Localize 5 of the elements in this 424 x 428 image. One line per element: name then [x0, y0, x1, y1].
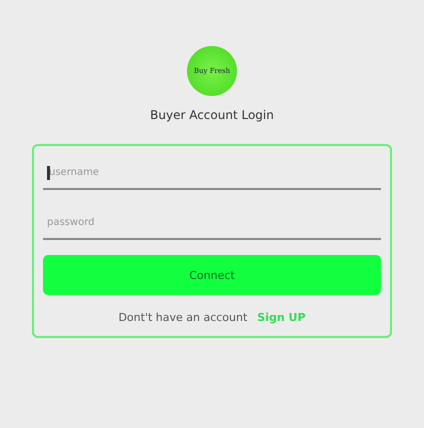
page-title: Buyer Account Login — [150, 108, 274, 122]
password-field[interactable]: password — [43, 206, 381, 240]
signup-prompt: Dont't have an account — [118, 311, 248, 324]
username-field[interactable]: username — [43, 156, 381, 190]
connect-button[interactable]: Connect — [43, 255, 381, 295]
